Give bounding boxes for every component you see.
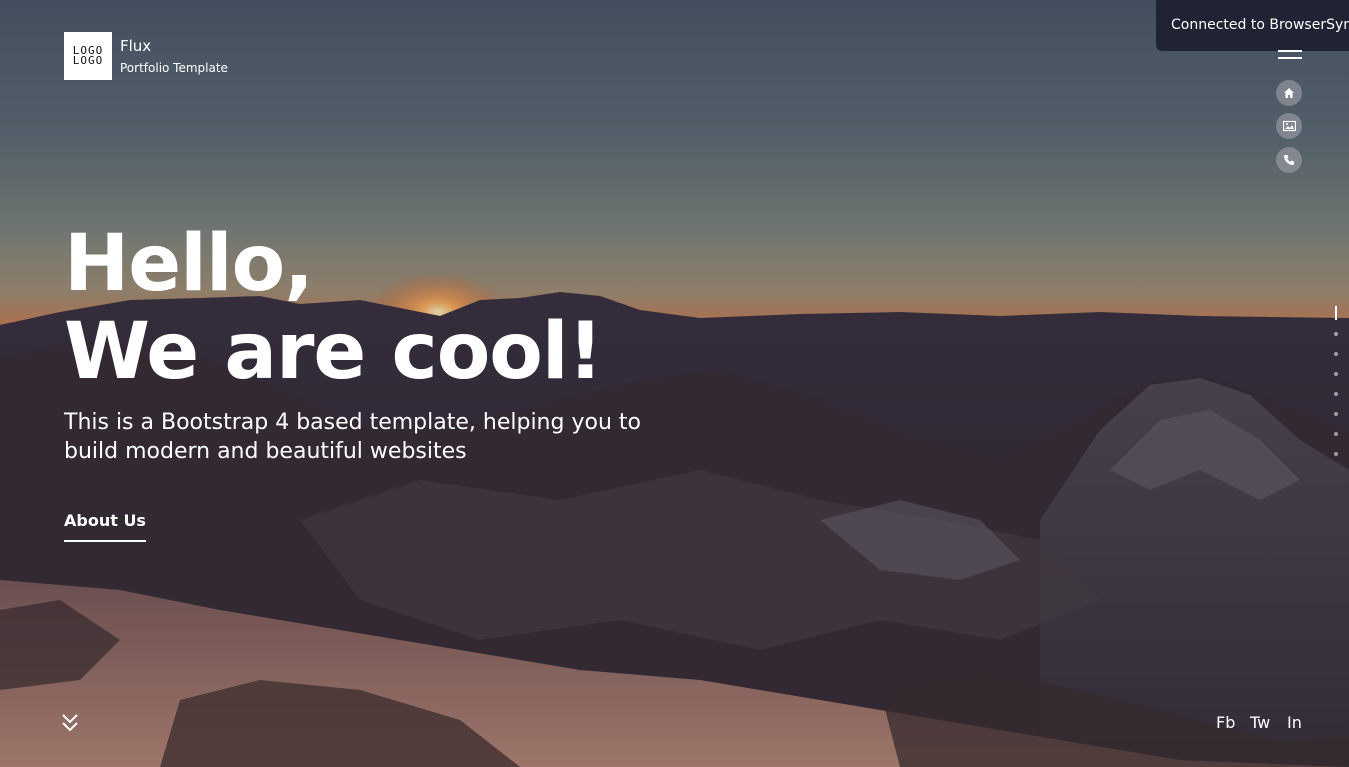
section-dot[interactable]: [1334, 332, 1338, 336]
section-dot[interactable]: [1334, 432, 1338, 436]
section-dot[interactable]: [1334, 412, 1338, 416]
about-us-link[interactable]: About Us: [64, 510, 146, 542]
hamburger-icon-line: [1278, 57, 1302, 59]
menu-button[interactable]: [1278, 50, 1302, 62]
logo-text: LOGO LOGO: [72, 44, 104, 67]
section-dot[interactable]: [1334, 372, 1338, 376]
section-dot[interactable]: [1334, 452, 1338, 456]
hero-headline-line-1: Hello,: [64, 219, 314, 309]
section-dot[interactable]: [1334, 352, 1338, 356]
section-indicator-active[interactable]: [1335, 306, 1337, 320]
brand-name[interactable]: Flux: [120, 37, 151, 55]
phone-icon: [1284, 155, 1294, 165]
hero-page: LOGO LOGO Flux Portfolio Template Connec…: [0, 0, 1349, 767]
nav-gallery-button[interactable]: [1276, 113, 1302, 139]
home-icon: [1284, 88, 1294, 98]
hamburger-icon: [1278, 50, 1302, 52]
social-link-facebook[interactable]: Fb: [1216, 713, 1235, 733]
brand-tagline: Portfolio Template: [120, 61, 228, 75]
hero-headline: Hello, We are cool!: [64, 219, 603, 397]
scroll-down-button[interactable]: [60, 712, 80, 734]
nav-contact-button[interactable]: [1276, 147, 1302, 173]
double-chevron-down-icon: [62, 714, 78, 732]
section-dot[interactable]: [1334, 392, 1338, 396]
nav-home-button[interactable]: [1276, 80, 1302, 106]
social-link-linkedin[interactable]: In: [1287, 713, 1302, 733]
logo[interactable]: LOGO LOGO: [64, 32, 112, 80]
browsersync-notification: Connected to BrowserSync: [1156, 0, 1349, 51]
hero-headline-line-2: We are cool!: [64, 307, 603, 397]
hero-subtitle: This is a Bootstrap 4 based template, he…: [64, 410, 641, 464]
social-link-twitter[interactable]: Tw: [1250, 713, 1270, 733]
image-icon: [1282, 120, 1296, 132]
section-indicator: [1331, 306, 1341, 466]
browsersync-notification-text: Connected to BrowserSync: [1171, 17, 1349, 33]
